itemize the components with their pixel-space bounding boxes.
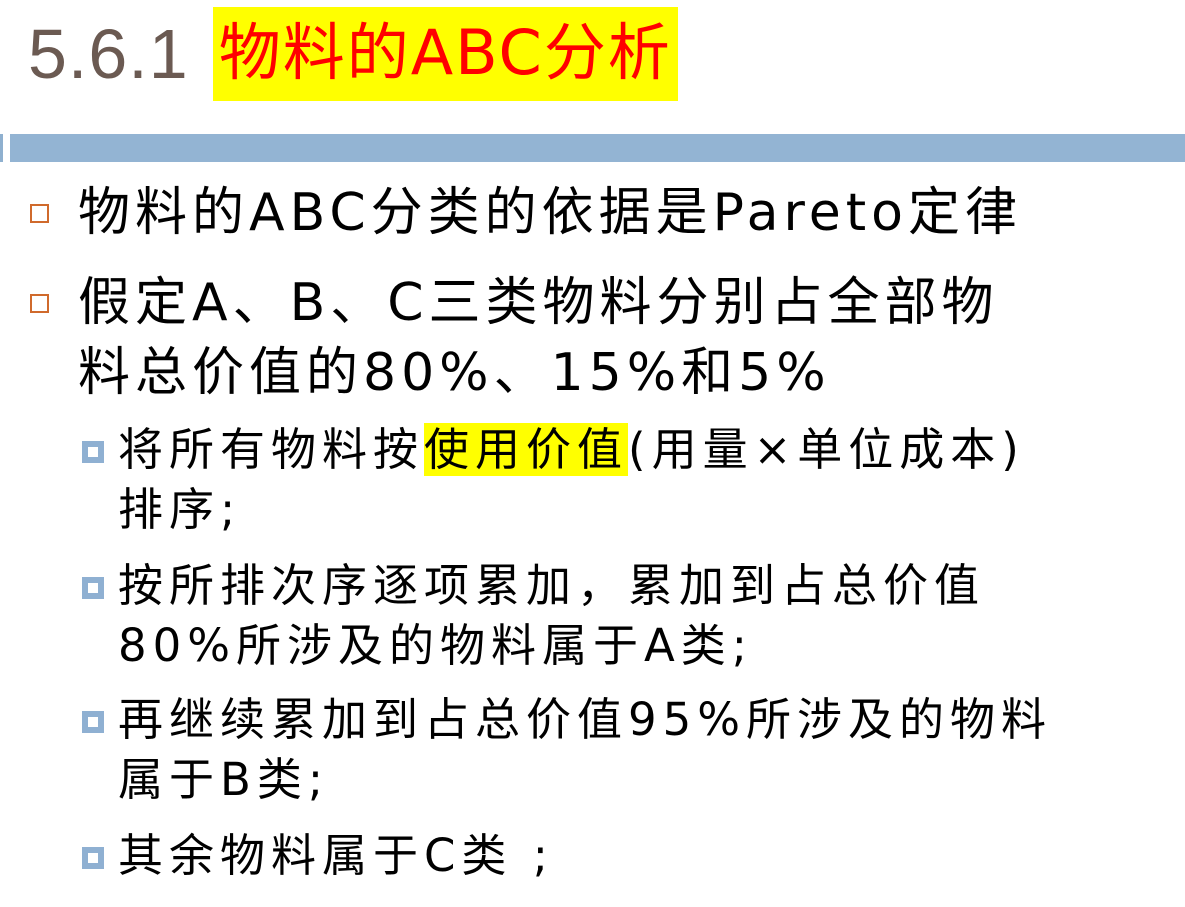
hollow-square-bullet-icon bbox=[30, 204, 49, 223]
rule-bar bbox=[10, 134, 1185, 162]
bullet-1-text: 物料的ABC分类的依据是Pareto定律 bbox=[78, 183, 1022, 243]
square-bullet-icon bbox=[82, 847, 104, 869]
sub-bullet-1-before: 将所有物料按 bbox=[118, 423, 425, 476]
sub-bullet-3-line-2: 属于B类; bbox=[118, 753, 330, 806]
bullet-2-line-1: 假定A、B、C三类物料分别占全部物 bbox=[78, 273, 999, 333]
sub-bullet-1-after: (用量×单位成本) bbox=[628, 423, 1025, 476]
square-bullet-icon bbox=[82, 441, 104, 463]
sub-bullet-1-line-1: 将所有物料按使用价值(用量×单位成本) bbox=[118, 420, 1025, 480]
slide-title: 5.6.1 物料的ABC分析 bbox=[28, 6, 678, 102]
sub-bullet-2-line-2: 80%所涉及的物料属于A类; bbox=[118, 619, 753, 672]
sub-bullet-1-line-2: 排序; bbox=[118, 483, 242, 536]
square-bullet-icon bbox=[82, 711, 104, 733]
square-bullet-icon bbox=[82, 577, 104, 599]
sub-bullet-2-line-1: 按所排次序逐项累加，累加到占总价值 bbox=[118, 559, 986, 612]
section-number: 5.6.1 bbox=[28, 15, 189, 93]
hollow-square-bullet-icon bbox=[30, 294, 49, 313]
highlighted-term: 使用价值 bbox=[424, 423, 629, 476]
bullet-2-line-2: 料总价值的80%、15%和5% bbox=[78, 343, 831, 403]
rule-bar-tick bbox=[0, 134, 3, 162]
sub-bullet-3-line-1: 再继续累加到占总价值95%所涉及的物料 bbox=[118, 693, 1053, 746]
sub-bullet-4-line-1: 其余物料属于C类 ; bbox=[118, 829, 554, 882]
title-text: 物料的ABC分析 bbox=[212, 7, 678, 101]
